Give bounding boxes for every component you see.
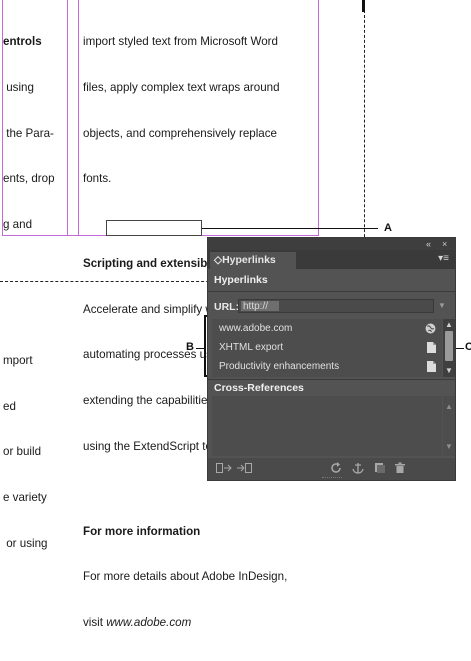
anchor-icon[interactable] xyxy=(352,462,364,474)
panel-bottom-toolbar xyxy=(208,458,455,480)
list-item[interactable]: XHTML export xyxy=(212,338,442,357)
page-icon xyxy=(427,361,436,372)
column-guide xyxy=(67,0,68,236)
left-column-text: entrols using the Para- ents, drop g and… xyxy=(3,4,66,581)
url-dropdown-icon[interactable]: ▼ xyxy=(436,299,448,313)
go-to-destination-icon[interactable] xyxy=(236,462,252,474)
left-line: using xyxy=(3,81,34,95)
cross-references-scrollbar[interactable]: ▲ ▼ xyxy=(443,396,455,456)
scroll-up-icon[interactable]: ▲ xyxy=(443,402,455,411)
body-line: fonts. xyxy=(83,172,112,186)
hyperlink-text[interactable]: www.adobe.com xyxy=(106,616,191,629)
go-to-source-icon[interactable] xyxy=(216,462,232,474)
frame-edge-mark xyxy=(362,0,365,12)
url-field[interactable] xyxy=(238,299,434,313)
left-line: mport xyxy=(3,354,33,368)
scroll-up-icon[interactable]: ▲ xyxy=(443,320,455,329)
hyperlinks-section-title: Hyperlinks xyxy=(214,274,268,286)
hyperlinks-panel: « × ◇Hyperlinks ▾≡ Hyperlinks URL: ▼ www… xyxy=(207,237,456,481)
left-line: or using xyxy=(3,536,48,550)
callout-b-label: B xyxy=(186,341,194,353)
left-line: the Para- xyxy=(3,126,54,140)
callout-a-label: A xyxy=(384,222,392,234)
url-input[interactable] xyxy=(239,300,433,312)
delete-icon[interactable] xyxy=(394,462,406,474)
callout-a-line xyxy=(202,228,378,229)
column-guide xyxy=(318,0,319,236)
callout-c-label: C xyxy=(465,341,471,353)
panel-menu-icon[interactable]: ▾≡ xyxy=(438,253,449,264)
panel-title-bar[interactable]: « × xyxy=(208,238,455,250)
url-label: URL: xyxy=(214,301,240,313)
body-line: import styled text from Microsoft Word xyxy=(83,35,278,49)
list-item[interactable]: Productivity enhancements xyxy=(212,357,442,376)
cross-references-title: Cross-References xyxy=(214,382,304,394)
hyperlinks-list: www.adobe.com XHTML export Productivity … xyxy=(212,319,442,377)
visit-line: visit www.adobe.com xyxy=(83,615,317,630)
left-line: ents, drop xyxy=(3,172,55,186)
new-icon[interactable] xyxy=(374,462,386,474)
list-item-label: www.adobe.com xyxy=(219,323,293,334)
scroll-down-icon[interactable]: ▼ xyxy=(443,442,455,451)
heading-more-info: For more information xyxy=(83,524,201,538)
left-line: ed xyxy=(3,399,16,413)
left-line: e variety xyxy=(3,491,47,505)
list-item-label: Productivity enhancements xyxy=(219,361,340,372)
resize-grip[interactable] xyxy=(322,477,342,480)
close-icon[interactable]: × xyxy=(442,238,447,250)
divider xyxy=(208,379,455,380)
callout-c-line xyxy=(456,348,464,349)
list-item[interactable]: www.adobe.com xyxy=(212,319,442,338)
left-line: entrols xyxy=(3,35,42,49)
left-line: or build xyxy=(3,445,42,459)
scroll-thumb[interactable] xyxy=(445,331,453,361)
body-line: objects, and comprehensively replace xyxy=(83,126,277,140)
hyperlinks-scrollbar[interactable]: ▲ ▼ xyxy=(443,319,455,377)
cross-references-list xyxy=(212,396,442,456)
page-icon xyxy=(427,342,436,353)
left-line: g and xyxy=(3,217,33,231)
callout-b-line xyxy=(196,348,204,349)
list-item-label: XHTML export xyxy=(219,342,284,353)
collapse-icon[interactable]: « xyxy=(426,238,431,250)
refresh-icon[interactable] xyxy=(330,462,342,474)
body-line: For more details about Adobe InDesign, xyxy=(83,570,288,584)
visit-prefix: visit xyxy=(83,615,107,629)
body-line: files, apply complex text wraps around xyxy=(83,81,280,95)
tab-hyperlinks[interactable]: ◇Hyperlinks xyxy=(210,252,296,269)
globe-icon xyxy=(425,323,436,334)
column-guide xyxy=(78,0,79,236)
panel-tab-row: ◇Hyperlinks ▾≡ xyxy=(208,250,455,269)
scroll-down-icon[interactable]: ▼ xyxy=(443,366,455,375)
divider xyxy=(208,291,455,292)
hyperlink-source-box[interactable] xyxy=(106,220,202,236)
